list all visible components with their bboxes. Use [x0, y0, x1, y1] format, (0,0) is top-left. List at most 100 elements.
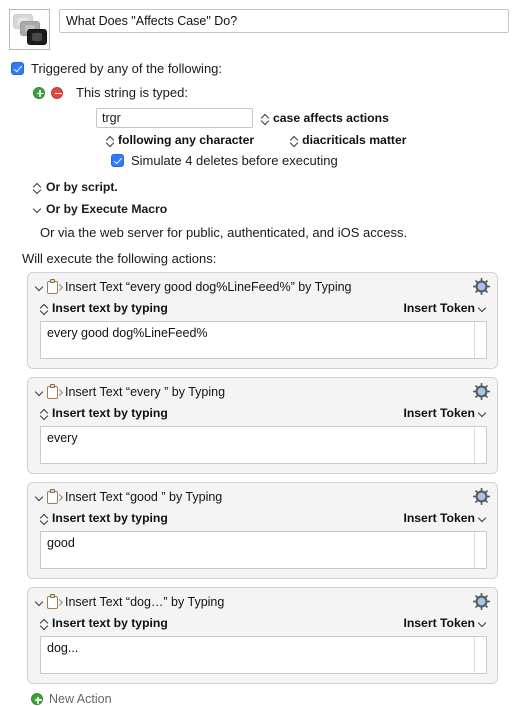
plus-circle-icon[interactable] — [33, 86, 45, 99]
chevron-down-icon — [478, 512, 487, 524]
or-by-execute-macro-label: Or by Execute Macro — [46, 202, 168, 216]
insert-token-button[interactable]: Insert Token — [403, 406, 487, 420]
trigger-options-row: following any character diacriticals mat… — [106, 133, 509, 147]
action-text-value: every — [47, 431, 78, 445]
clipboard-arrow-icon — [47, 489, 64, 504]
action-header[interactable]: Insert Text “every good dog%LineFeed%” b… — [35, 279, 489, 294]
action-subheader: Insert text by typing Insert Token — [35, 616, 489, 630]
stepper-icon — [33, 181, 42, 194]
trigger-entry-row: This string is typed: — [33, 85, 509, 100]
action-header[interactable]: Insert Text “dog…” by Typing — [35, 594, 489, 609]
action-header[interactable]: Insert Text “good ” by Typing — [35, 489, 489, 504]
gear-icon[interactable] — [473, 488, 490, 505]
insert-mode-label: Insert text by typing — [52, 511, 168, 525]
action-item[interactable]: Insert Text “every ” by Typing Insert te… — [27, 377, 498, 474]
insert-token-button[interactable]: Insert Token — [403, 301, 487, 315]
action-text-input[interactable]: every good dog%LineFeed% — [40, 321, 487, 359]
simulate-deletes-checkbox[interactable] — [111, 154, 124, 167]
insert-mode-label: Insert text by typing — [52, 301, 168, 315]
macro-header: What Does "Affects Case" Do? — [0, 0, 517, 50]
action-header[interactable]: Insert Text “every ” by Typing — [35, 384, 489, 399]
new-action-button[interactable]: New Action — [31, 692, 517, 706]
plus-circle-icon — [31, 693, 43, 705]
or-by-script-row[interactable]: Or by script. — [33, 180, 509, 194]
clipboard-arrow-icon — [47, 279, 64, 294]
action-title: Insert Text “every ” by Typing — [65, 384, 226, 399]
chevron-down-icon — [478, 617, 487, 629]
insert-mode-popup[interactable]: Insert text by typing — [40, 301, 168, 315]
action-item[interactable]: Insert Text “good ” by Typing Insert tex… — [27, 482, 498, 579]
stepper-icon — [40, 512, 49, 525]
scrollbar-vertical[interactable] — [474, 322, 486, 358]
minus-circle-icon[interactable] — [51, 86, 63, 99]
triggered-by-label: Triggered by any of the following: — [31, 61, 223, 76]
insert-token-label: Insert Token — [403, 511, 475, 525]
action-title: Insert Text “dog…” by Typing — [65, 594, 225, 609]
trigger-string-value: trgr — [102, 111, 121, 125]
disclosure-chevron-down-icon[interactable] — [35, 596, 44, 608]
insert-mode-label: Insert text by typing — [52, 406, 168, 420]
macro-name-value: What Does "Affects Case" Do? — [66, 14, 238, 28]
actions-list: Insert Text “every good dog%LineFeed%” b… — [0, 272, 517, 684]
action-text-value: dog... — [47, 641, 79, 655]
scrollbar-vertical[interactable] — [474, 427, 486, 463]
gear-icon[interactable] — [473, 593, 490, 610]
actions-header-label: Will execute the following actions: — [22, 251, 217, 266]
clipboard-arrow-icon — [47, 594, 64, 609]
triggered-by-checkbox[interactable] — [11, 62, 24, 75]
insert-token-button[interactable]: Insert Token — [403, 616, 487, 630]
insert-mode-popup[interactable]: Insert text by typing — [40, 511, 168, 525]
following-option-popup[interactable]: following any character — [106, 133, 254, 147]
macro-name-input[interactable]: What Does "Affects Case" Do? — [59, 9, 509, 33]
scrollbar-vertical[interactable] — [474, 532, 486, 568]
stepper-icon — [40, 302, 49, 315]
triggered-by-row[interactable]: Triggered by any of the following: — [11, 61, 509, 76]
stepper-icon — [40, 407, 49, 420]
action-title: Insert Text “every good dog%LineFeed%” b… — [65, 279, 352, 294]
stacked-screens-icon[interactable] — [9, 9, 50, 50]
scrollbar-vertical[interactable] — [474, 637, 486, 673]
disclosure-chevron-down-icon[interactable] — [35, 281, 44, 293]
action-text-value: good — [47, 536, 75, 550]
stepper-icon — [106, 134, 115, 147]
stepper-icon — [290, 134, 299, 147]
action-subheader: Insert text by typing Insert Token — [35, 301, 489, 315]
action-text-input[interactable]: good — [40, 531, 487, 569]
insert-token-button[interactable]: Insert Token — [403, 511, 487, 525]
gear-icon[interactable] — [473, 383, 490, 400]
insert-mode-popup[interactable]: Insert text by typing — [40, 406, 168, 420]
screen-front — [27, 29, 47, 45]
new-action-label: New Action — [49, 692, 112, 706]
disclosure-chevron-down-icon[interactable] — [35, 386, 44, 398]
following-option-label: following any character — [118, 133, 255, 147]
action-item[interactable]: Insert Text “dog…” by Typing Insert text… — [27, 587, 498, 684]
insert-mode-popup[interactable]: Insert text by typing — [40, 616, 168, 630]
action-text-input[interactable]: dog... — [40, 636, 487, 674]
action-item[interactable]: Insert Text “every good dog%LineFeed%” b… — [27, 272, 498, 369]
insert-token-label: Insert Token — [403, 301, 475, 315]
case-option-label: case affects actions — [273, 111, 389, 125]
diacriticals-option-popup[interactable]: diacriticals matter — [290, 133, 406, 147]
stepper-icon — [261, 112, 270, 125]
trigger-string-row: trgr case affects actions — [96, 108, 509, 128]
or-by-execute-macro-row[interactable]: Or by Execute Macro — [33, 202, 509, 216]
simulate-deletes-row[interactable]: Simulate 4 deletes before executing — [111, 153, 509, 168]
case-option-popup[interactable]: case affects actions — [261, 111, 389, 125]
trigger-type-label[interactable]: This string is typed: — [76, 85, 188, 100]
disclosure-chevron-down-icon[interactable] — [35, 491, 44, 503]
action-text-value: every good dog%LineFeed% — [47, 326, 208, 340]
trigger-section: Triggered by any of the following: This … — [0, 61, 517, 266]
insert-mode-label: Insert text by typing — [52, 616, 168, 630]
stepper-icon — [40, 617, 49, 630]
action-subheader: Insert text by typing Insert Token — [35, 511, 489, 525]
trigger-string-input[interactable]: trgr — [96, 108, 253, 128]
clipboard-arrow-icon — [47, 384, 64, 399]
action-subheader: Insert text by typing Insert Token — [35, 406, 489, 420]
gear-icon[interactable] — [473, 278, 490, 295]
diacriticals-option-label: diacriticals matter — [302, 133, 407, 147]
simulate-deletes-label: Simulate 4 deletes before executing — [131, 153, 338, 168]
chevron-down-icon — [478, 407, 487, 419]
action-text-input[interactable]: every — [40, 426, 487, 464]
chevron-down-icon — [33, 203, 42, 215]
or-by-script-label: Or by script. — [46, 180, 118, 194]
